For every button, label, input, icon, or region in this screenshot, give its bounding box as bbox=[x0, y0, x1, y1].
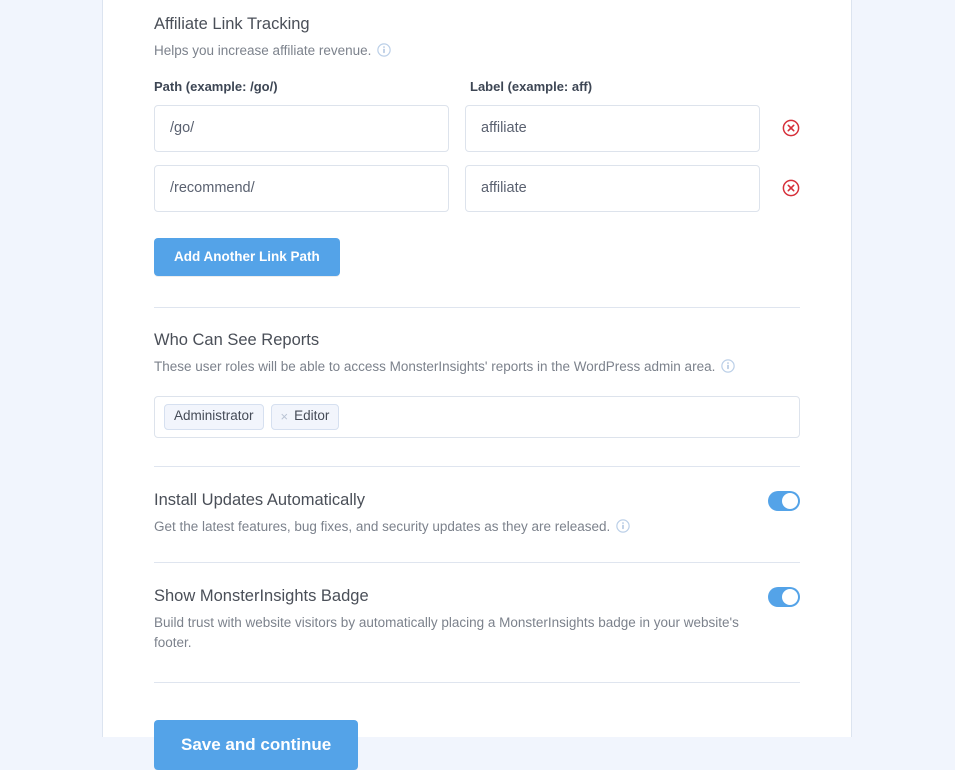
user-roles-multiselect[interactable]: Administrator × Editor bbox=[154, 395, 800, 438]
show-badge-section: Show MonsterInsights Badge Build trust w… bbox=[154, 563, 800, 653]
remove-circle-icon-2[interactable] bbox=[782, 179, 800, 197]
toggle-knob bbox=[782, 588, 798, 605]
times-icon[interactable]: × bbox=[281, 410, 289, 423]
label-column-label: Label (example: aff) bbox=[470, 79, 593, 94]
show-badge-toggle[interactable] bbox=[768, 586, 800, 607]
affiliate-description-text: Helps you increase affiliate revenue. bbox=[154, 43, 372, 59]
affiliate-section-title: Affiliate Link Tracking bbox=[154, 15, 310, 33]
info-circle-icon[interactable] bbox=[721, 359, 735, 374]
affiliate-link-tracking-section: Affiliate Link Tracking Helps you increa… bbox=[154, 0, 800, 276]
install-updates-toggle[interactable] bbox=[768, 490, 800, 511]
install-updates-description-text: Get the latest features, bug fixes, and … bbox=[154, 519, 611, 535]
affiliate-path-input-2[interactable] bbox=[154, 164, 449, 212]
affiliate-label-input-1[interactable] bbox=[465, 104, 760, 152]
who-can-see-reports-section: Who Can See Reports These user roles wil… bbox=[154, 308, 800, 438]
show-badge-header: Show MonsterInsights Badge bbox=[154, 585, 800, 607]
role-tag-editor-label: Editor bbox=[294, 407, 330, 423]
role-tag-administrator: Administrator bbox=[164, 403, 264, 430]
toggle-knob bbox=[782, 492, 798, 509]
install-updates-header: Install Updates Automatically bbox=[154, 489, 800, 511]
remove-circle-icon-1[interactable] bbox=[782, 119, 800, 137]
affiliate-label-input-2[interactable] bbox=[465, 164, 760, 212]
role-tag-editor[interactable]: × Editor bbox=[270, 403, 340, 430]
affiliate-link-row bbox=[154, 164, 800, 212]
affiliate-section-description: Helps you increase affiliate revenue. bbox=[154, 41, 800, 61]
install-updates-section: Install Updates Automatically Get the la… bbox=[154, 467, 800, 537]
path-column-label: Path (example: /go/) bbox=[154, 79, 278, 94]
install-updates-title: Install Updates Automatically bbox=[154, 490, 365, 509]
show-badge-description: Build trust with website visitors by aut… bbox=[154, 615, 739, 650]
show-badge-title: Show MonsterInsights Badge bbox=[154, 586, 369, 605]
add-another-link-path-button[interactable]: Add Another Link Path bbox=[154, 237, 340, 276]
save-and-continue-button[interactable]: Save and continue bbox=[154, 720, 359, 770]
install-updates-description: Get the latest features, bug fixes, and … bbox=[154, 517, 774, 537]
section-divider bbox=[154, 682, 800, 684]
roles-section-title: Who Can See Reports bbox=[154, 330, 320, 349]
affiliate-link-row bbox=[154, 104, 800, 152]
role-tag-administrator-label: Administrator bbox=[174, 407, 254, 423]
page-root: Affiliate Link Tracking Helps you increa… bbox=[0, 0, 955, 770]
settings-card: Affiliate Link Tracking Helps you increa… bbox=[102, 0, 852, 770]
info-circle-icon[interactable] bbox=[377, 43, 391, 58]
affiliate-path-input-1[interactable] bbox=[154, 104, 449, 152]
roles-section-description: These user roles will be able to access … bbox=[154, 357, 800, 377]
info-circle-icon[interactable] bbox=[616, 519, 630, 533]
roles-description-text: These user roles will be able to access … bbox=[154, 359, 716, 375]
affiliate-column-headers: Path (example: /go/) Label (example: aff… bbox=[154, 79, 800, 96]
card-inner: Affiliate Link Tracking Helps you increa… bbox=[103, 0, 851, 770]
